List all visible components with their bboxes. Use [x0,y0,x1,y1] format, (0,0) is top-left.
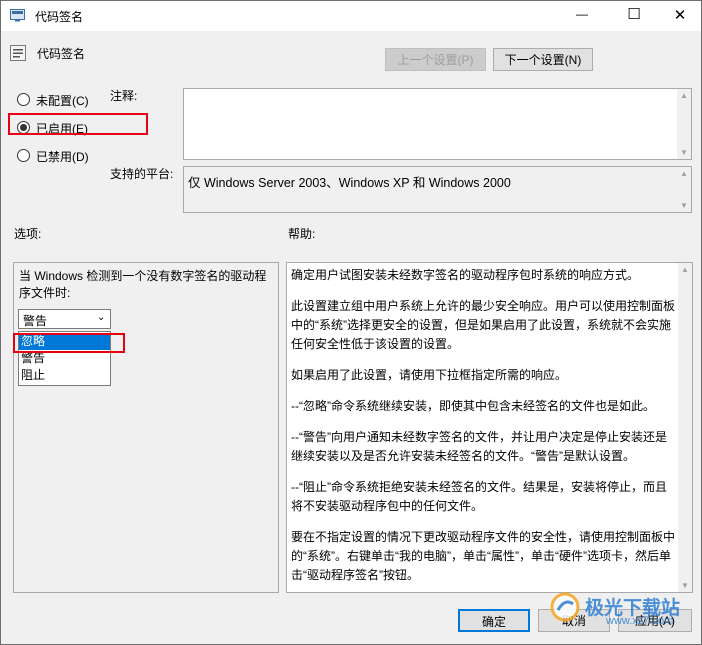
options-panel: 当 Windows 检测到一个没有数字签名的驱动程序文件时: 警告 ⌄ 忽略 警… [13,262,279,593]
watermark-logo-icon [550,592,580,622]
scroll-up-arrow-icon[interactable]: ▲ [680,91,688,100]
prev-setting-button[interactable]: 上一个设置(P) [385,48,486,71]
help-paragraph: 确定用户试图安装未经数字签名的驱动程序包时系统的响应方式。 [291,268,640,282]
platform-scrollbar[interactable]: ▲ ▼ [677,167,691,212]
highlight-box-ignore [13,333,125,353]
platform-value: 仅 Windows Server 2003、Windows XP 和 Windo… [188,176,511,190]
policy-name: 代码签名 [37,47,86,61]
help-paragraph: 如果启用了此设置，请使用下拉框指定所需的响应。 [291,368,568,382]
help-paragraph: 要在不指定设置的情况下更改驱动程序文件的安全性，请使用控制面板中的“系统”。右键… [291,530,676,582]
watermark-url: www.xz7.com [606,615,674,627]
maximize-button[interactable]: ☐ [619,5,649,23]
help-scrollbar[interactable]: ▲ ▼ [678,263,692,592]
chevron-down-icon[interactable]: ⌄ [97,312,105,323]
radio-disabled[interactable] [17,149,30,162]
scroll-up-arrow-icon[interactable]: ▲ [680,169,688,178]
platform-label: 支持的平台: [110,167,174,181]
scroll-down-arrow-icon[interactable]: ▼ [681,581,689,590]
scroll-down-arrow-icon[interactable]: ▼ [680,148,688,157]
help-paragraph: --“忽略”命令系统继续安装，即使其中包含未经签名的文件也是如此。 [291,399,655,413]
dropdown-option-block[interactable]: 阻止 [19,367,110,384]
highlight-box-enabled [8,113,148,135]
help-paragraph: --“警告”向用户通知未经数字签名的文件，并让用户决定是停止安装还是继续安装以及… [291,430,667,463]
scroll-down-arrow-icon[interactable]: ▼ [680,201,688,210]
help-paragraph: --“阻止”命令系统拒绝安装未经签名的文件。结果是，安装将停止，而且将不安装驱动… [291,480,667,513]
response-dropdown[interactable]: 警告 ⌄ [18,309,111,329]
options-description: 当 Windows 检测到一个没有数字签名的驱动程序文件时: [19,269,267,300]
window-title: 代码签名 [35,10,84,24]
help-title: 帮助: [288,227,316,241]
policy-icon [10,45,26,61]
comment-scrollbar[interactable]: ▲ ▼ [677,89,691,159]
help-panel: 确定用户试图安装未经数字签名的驱动程序包时系统的响应方式。 此设置建立组中用户系… [286,262,693,593]
radio-not-configured[interactable] [17,93,30,106]
scroll-up-arrow-icon[interactable]: ▲ [681,265,689,274]
comment-textarea[interactable]: ▲ ▼ [183,88,692,160]
comment-label: 注释: [110,89,138,103]
app-icon [10,9,25,22]
radio-label-not-configured[interactable]: 未配置(C) [36,92,89,109]
help-paragraph: 此设置建立组中用户系统上允许的最少安全响应。用户可以使用控制面板中的“系统”选择… [291,299,676,351]
dropdown-selected-value: 警告 [23,314,48,328]
title-bar: 代码签名 — ☐ ✕ [1,1,701,31]
help-text: 确定用户试图安装未经数字签名的驱动程序包时系统的响应方式。 此设置建立组中用户系… [291,266,677,597]
radio-label-disabled[interactable]: 已禁用(D) [36,148,89,165]
platform-box: 仅 Windows Server 2003、Windows XP 和 Windo… [183,166,692,213]
next-setting-button[interactable]: 下一个设置(N) [493,48,593,71]
dialog-window: 代码签名 — ☐ ✕ 代码签名 上一个设置(P) 下一个设置(N) 未配置(C)… [0,0,702,645]
options-title: 选项: [14,227,42,241]
close-button[interactable]: ✕ [665,6,695,24]
ok-button[interactable]: 确定 [458,609,530,632]
minimize-button[interactable]: — [567,7,597,21]
